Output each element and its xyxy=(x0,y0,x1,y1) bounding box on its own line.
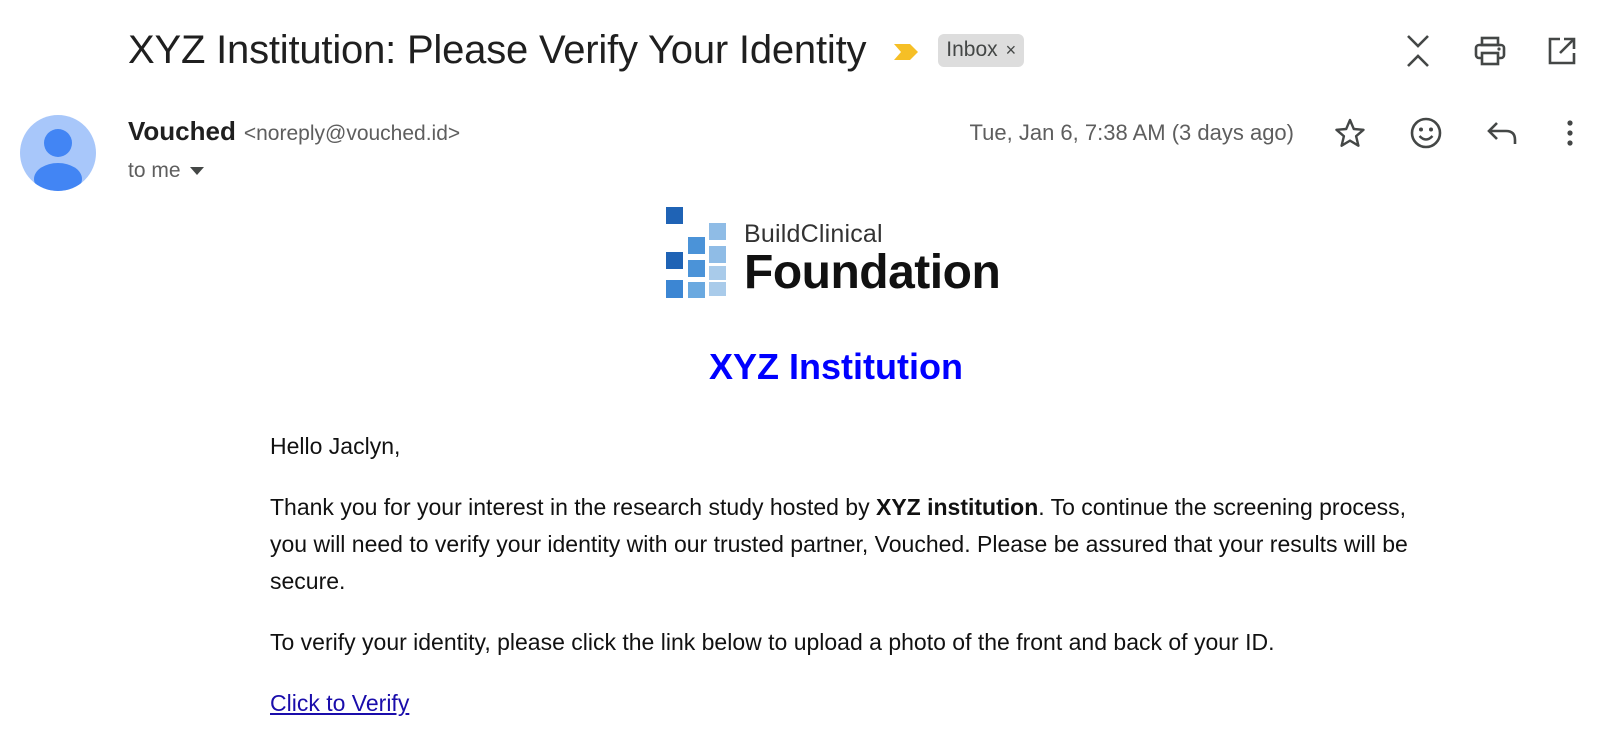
more-vertical-icon[interactable] xyxy=(1560,114,1580,152)
sender-line: Vouched <noreply@vouched.id> xyxy=(128,116,460,147)
star-icon[interactable] xyxy=(1332,114,1368,152)
logo-big-text: Foundation xyxy=(744,246,1001,299)
sender-block: Vouched <noreply@vouched.id> to me xyxy=(128,116,460,183)
body-paragraph-instructions: To verify your identity, please click th… xyxy=(270,629,1275,655)
remove-label-icon[interactable]: × xyxy=(1006,40,1017,61)
emoji-reaction-icon[interactable] xyxy=(1408,114,1444,152)
message-date: Tue, Jan 6, 7:38 AM (3 days ago) xyxy=(969,120,1294,145)
email-view: XYZ Institution: Please Verify Your Iden… xyxy=(0,0,1600,754)
recipient-details-toggle[interactable]: to me xyxy=(128,159,460,183)
reply-icon[interactable] xyxy=(1484,114,1520,152)
verify-link[interactable]: Click to Verify xyxy=(270,690,409,716)
intro-text-before: Thank you for your interest in the resea… xyxy=(270,494,876,520)
intro-text-bold: XYZ institution xyxy=(876,494,1039,520)
subject-row: XYZ Institution: Please Verify Your Iden… xyxy=(128,28,1025,73)
recipient-text: to me xyxy=(128,159,181,182)
buildclinical-foundation-logo: BuildClinical Foundation xyxy=(664,206,1001,300)
email-subject: XYZ Institution: Please Verify Your Iden… xyxy=(128,28,867,72)
email-body-text: Hello Jaclyn, Thank you for your interes… xyxy=(270,428,1410,722)
logo-squares-icon xyxy=(666,207,726,298)
sender-name[interactable]: Vouched xyxy=(128,116,236,147)
open-in-new-window-icon[interactable] xyxy=(1544,32,1580,70)
label-chip-text: Inbox xyxy=(946,38,998,61)
print-icon[interactable] xyxy=(1472,32,1508,70)
label-chip-inbox[interactable]: Inbox × xyxy=(938,34,1025,67)
greeting: Hello Jaclyn, xyxy=(270,433,401,459)
message-actions xyxy=(1332,114,1580,152)
logo-text: BuildClinical Foundation xyxy=(744,206,1001,300)
message-meta: Tue, Jan 6, 7:38 AM (3 days ago) xyxy=(970,114,1580,152)
body-paragraph-intro: Thank you for your interest in the resea… xyxy=(270,489,1410,600)
sender-avatar[interactable] xyxy=(20,115,96,191)
default-avatar-icon xyxy=(34,129,82,191)
institution-heading: XYZ Institution xyxy=(709,346,963,387)
collapse-all-icon[interactable] xyxy=(1400,32,1436,70)
top-actions xyxy=(1400,32,1580,70)
sender-email: <noreply@vouched.id> xyxy=(243,122,461,145)
caret-down-icon[interactable] xyxy=(189,166,205,176)
importance-marker-icon[interactable] xyxy=(892,42,920,62)
